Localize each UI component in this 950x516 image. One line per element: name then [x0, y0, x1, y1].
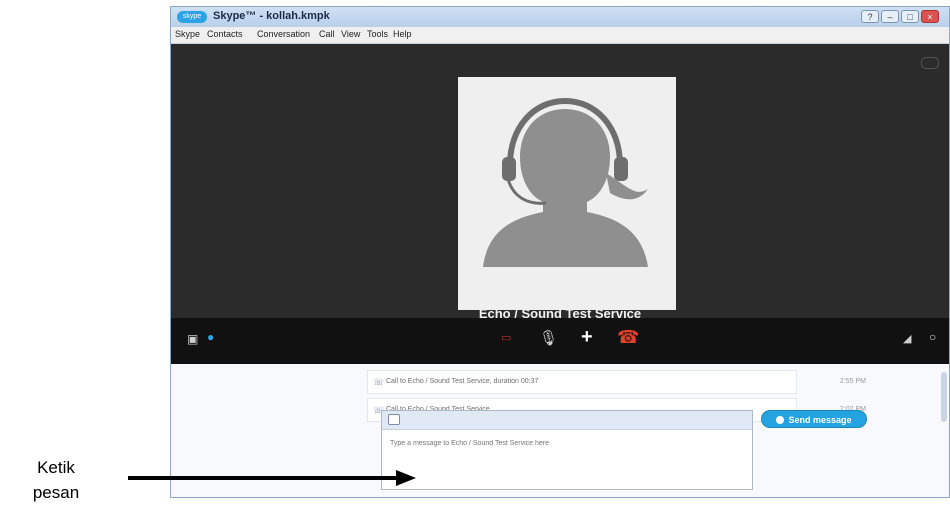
send-message-button[interactable]: Send message	[761, 410, 867, 428]
scrollbar[interactable]	[941, 372, 947, 422]
menu-contacts[interactable]: Contacts	[207, 29, 243, 39]
call-controls-bar: ▣ ● ▭ 🎙 + ☎ ◢ ○	[171, 318, 949, 364]
title-bar[interactable]: skype Skype™ - kollah.kmpk ? – □ ×	[171, 7, 949, 27]
window-title: Skype™ - kollah.kmpk	[213, 10, 330, 22]
menu-view[interactable]: View	[341, 29, 360, 39]
menu-help[interactable]: Help	[393, 29, 412, 39]
history-item: ☏ Call to Echo / Sound Test Service, dur…	[367, 370, 866, 394]
chat-icon[interactable]: ●	[207, 330, 214, 344]
hangup-icon[interactable]: ☎	[617, 327, 639, 348]
menu-tools[interactable]: Tools	[367, 29, 388, 39]
history-text: Call to Echo / Sound Test Service, durat…	[386, 378, 539, 385]
skype-window: skype Skype™ - kollah.kmpk ? – □ × Skype…	[170, 6, 950, 498]
menu-bar: Skype Contacts Conversation Call View To…	[171, 27, 949, 44]
microphone-icon[interactable]: 🎙	[539, 329, 558, 347]
video-icon[interactable]: ▭	[501, 331, 511, 344]
menu-skype[interactable]: Skype	[175, 29, 200, 39]
phone-icon: ☏	[373, 377, 385, 387]
caller-avatar	[458, 77, 676, 310]
message-input[interactable]	[388, 433, 748, 453]
emoticon-icon[interactable]	[388, 414, 400, 425]
signal-icon: ◢	[903, 333, 912, 345]
maximize-button[interactable]: □	[901, 10, 919, 23]
send-message-label: Send message	[788, 415, 852, 425]
menu-conversation[interactable]: Conversation	[257, 29, 310, 39]
minimize-button[interactable]: –	[881, 10, 899, 23]
add-icon[interactable]: +	[581, 326, 593, 349]
annotation-line-1: Ketik	[37, 458, 75, 477]
annotation-arrow	[128, 470, 416, 486]
message-composer	[381, 410, 753, 490]
call-area: Echo / Sound Test Service	[171, 44, 949, 321]
send-icon	[776, 416, 785, 424]
contacts-icon[interactable]: ▣	[187, 332, 198, 346]
annotation-line-2: pesan	[32, 483, 80, 502]
history-time: 2:55 PM	[839, 378, 866, 385]
fullscreen-icon[interactable]	[921, 57, 939, 69]
skype-logo: skype	[177, 11, 207, 23]
composer-toolbar	[382, 411, 752, 430]
settings-icon[interactable]: ○	[929, 330, 936, 344]
person-headset-icon	[483, 97, 648, 267]
menu-call[interactable]: Call	[319, 29, 335, 39]
help-button[interactable]: ?	[861, 10, 879, 23]
annotation-label: Ketik pesan	[8, 455, 104, 505]
close-button[interactable]: ×	[921, 10, 939, 23]
